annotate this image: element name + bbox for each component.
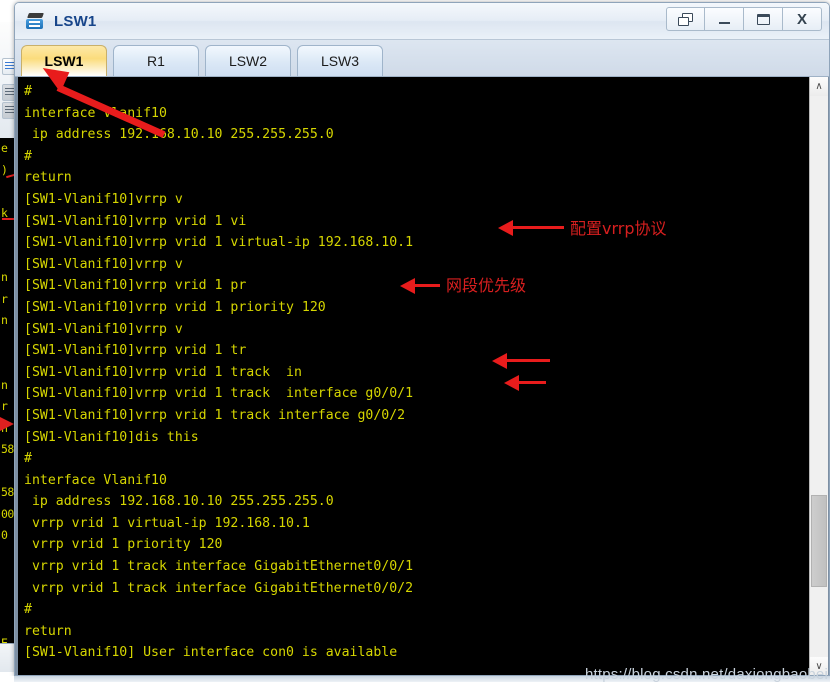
close-button[interactable]: X xyxy=(783,7,822,31)
terminal-line: [SW1-Vlanif10]vrrp v xyxy=(24,191,183,207)
maximize-button[interactable] xyxy=(744,7,783,31)
tab-label: R1 xyxy=(147,53,165,69)
terminal-line: vrrp vrid 1 track interface GigabitEther… xyxy=(24,580,414,596)
minimize-icon xyxy=(718,22,730,24)
background-annotation-arrow xyxy=(0,417,14,431)
terminal-line: # xyxy=(24,148,32,164)
terminal-scrollbar[interactable]: ∧ ∨ xyxy=(809,77,828,675)
close-icon: X xyxy=(796,10,807,28)
window-title: LSW1 xyxy=(54,12,97,30)
annotation-arrowhead-2 xyxy=(400,278,415,294)
terminal-line: return xyxy=(24,623,72,639)
terminal-line: [SW1-Vlanif10]vrrp vrid 1 tr xyxy=(24,343,247,359)
terminal-line: [SW1-Vlanif10]vrrp vrid 1 track interfac… xyxy=(24,386,414,402)
terminal-line: return xyxy=(24,170,72,186)
tab-label: LSW2 xyxy=(228,53,268,69)
annotation-arrowline-2 xyxy=(414,284,440,287)
terminal-output[interactable]: # interface Vlanif10 ip address 192.168.1… xyxy=(18,77,809,675)
scroll-up-button[interactable]: ∧ xyxy=(810,77,828,96)
annotation-arrowline-3 xyxy=(506,359,550,362)
restore-icon xyxy=(678,12,693,26)
window-controls: X xyxy=(666,7,822,31)
switch-icon xyxy=(25,10,47,32)
terminal-line: [SW1-Vlanif10]vrrp v xyxy=(24,256,183,272)
annotation-arrowhead-3 xyxy=(492,353,507,369)
terminal-line: [SW1-Vlanif10]vrrp vrid 1 track in xyxy=(24,364,302,380)
terminal-line: # xyxy=(24,84,32,99)
terminal-line: # xyxy=(24,451,32,467)
scrollbar-thumb[interactable] xyxy=(811,495,827,587)
terminal-line: # xyxy=(24,602,32,618)
terminal-line: [SW1-Vlanif10]dis this xyxy=(24,429,199,445)
terminal-line: vrrp vrid 1 priority 120 xyxy=(24,537,223,553)
terminal-line: vrrp vrid 1 track interface GigabitEther… xyxy=(24,559,414,575)
terminal-line: [SW1-Vlanif10]vrrp vrid 1 priority 120 xyxy=(24,299,326,315)
tab-r1[interactable]: R1 xyxy=(113,45,199,76)
terminal-line: interface Vlanif10 xyxy=(24,472,167,488)
terminal-line: [SW1-Vlanif10] User interface con0 is av… xyxy=(24,645,398,661)
terminal-line: [SW1-Vlanif10]vrrp v xyxy=(24,321,183,337)
device-tab-strip: LSW1 R1 LSW2 LSW3 xyxy=(15,40,829,77)
annotation-arrowhead-4 xyxy=(504,375,519,391)
terminal-line: ip address 192.168.10.10 255.255.255.0 xyxy=(24,494,334,510)
tab-label: LSW3 xyxy=(320,53,360,69)
watermark: https://blog.csdn.net/daxiongbaobei xyxy=(584,666,828,683)
annotation-arrowline-1 xyxy=(512,226,564,229)
cli-window: LSW1 X LSW1 R1 LSW2 LSW3 # interface Vla… xyxy=(14,2,830,676)
terminal-line: [SW1-Vlanif10]vrrp vrid 1 vi xyxy=(24,213,247,229)
screen: e) k nrn nrn58 58000 E LSW1 xyxy=(0,0,830,695)
tab-lsw3[interactable]: LSW3 xyxy=(297,45,383,76)
annotation-arrowline-4 xyxy=(518,381,546,384)
terminal-line: vrrp vrid 1 virtual-ip 192.168.10.1 xyxy=(24,515,310,531)
tab-lsw2[interactable]: LSW2 xyxy=(205,45,291,76)
terminal-pane: # interface Vlanif10 ip address 192.168.1… xyxy=(15,77,829,675)
maximize-icon xyxy=(756,13,770,25)
minimize-button[interactable] xyxy=(705,7,744,31)
restore-button[interactable] xyxy=(666,7,705,31)
terminal-line: [SW1-Vlanif10]vrrp vrid 1 track interfac… xyxy=(24,407,406,423)
annotation-text-2: 网段优先级 xyxy=(446,276,527,295)
terminal-line: [SW1-Vlanif10]vrrp vrid 1 virtual-ip 192… xyxy=(24,235,414,251)
annotation-arrowhead-1 xyxy=(498,220,513,236)
title-bar: LSW1 X xyxy=(15,3,829,40)
annotation-text-1: 配置vrrp协议 xyxy=(570,219,667,238)
